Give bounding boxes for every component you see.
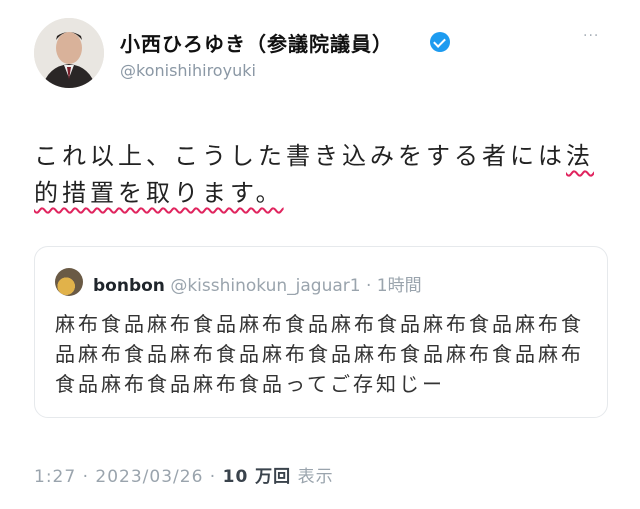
verified-badge-icon (430, 32, 450, 52)
tweet-text: これ以上、こうした書き込みをする者には法的措置を取ります。 (34, 138, 609, 212)
quoted-tweet[interactable]: bonbon @kisshinokun_jaguar1 · 1時間 麻布食品麻布… (34, 246, 608, 418)
quoted-tweet-text: 麻布食品麻布食品麻布食品麻布食品麻布食品麻布食品麻布食品麻布食品麻布食品麻布食品… (55, 312, 584, 396)
author-handle[interactable]: @konishihiroyuki (120, 61, 256, 80)
author-display-name[interactable]: 小西ひろゆき（参議院議員） (120, 28, 393, 57)
author-avatar[interactable] (34, 18, 104, 88)
views-label: 表示 (297, 467, 334, 487)
tweet-time[interactable]: 1:27 (34, 467, 76, 487)
quoted-tweet-header: bonbon @kisshinokun_jaguar1 · 1時間 (93, 271, 422, 296)
person-portrait-icon (34, 18, 104, 88)
quoted-tweet-time[interactable]: · 1時間 (366, 276, 422, 296)
views-count: 10 万回 (222, 467, 292, 487)
more-options-icon[interactable]: ··· (583, 28, 599, 44)
quoted-author-name[interactable]: bonbon (93, 276, 165, 296)
tweet-text-plain: これ以上、こうした書き込みをする者には (34, 142, 566, 170)
quoted-author-avatar[interactable] (55, 268, 83, 296)
tweet-date[interactable]: 2023/03/26 (95, 467, 203, 487)
quoted-author-handle[interactable]: @kisshinokun_jaguar1 (170, 276, 360, 296)
tweet-footer: 1:27 · 2023/03/26 · 10 万回 表示 (34, 467, 334, 487)
